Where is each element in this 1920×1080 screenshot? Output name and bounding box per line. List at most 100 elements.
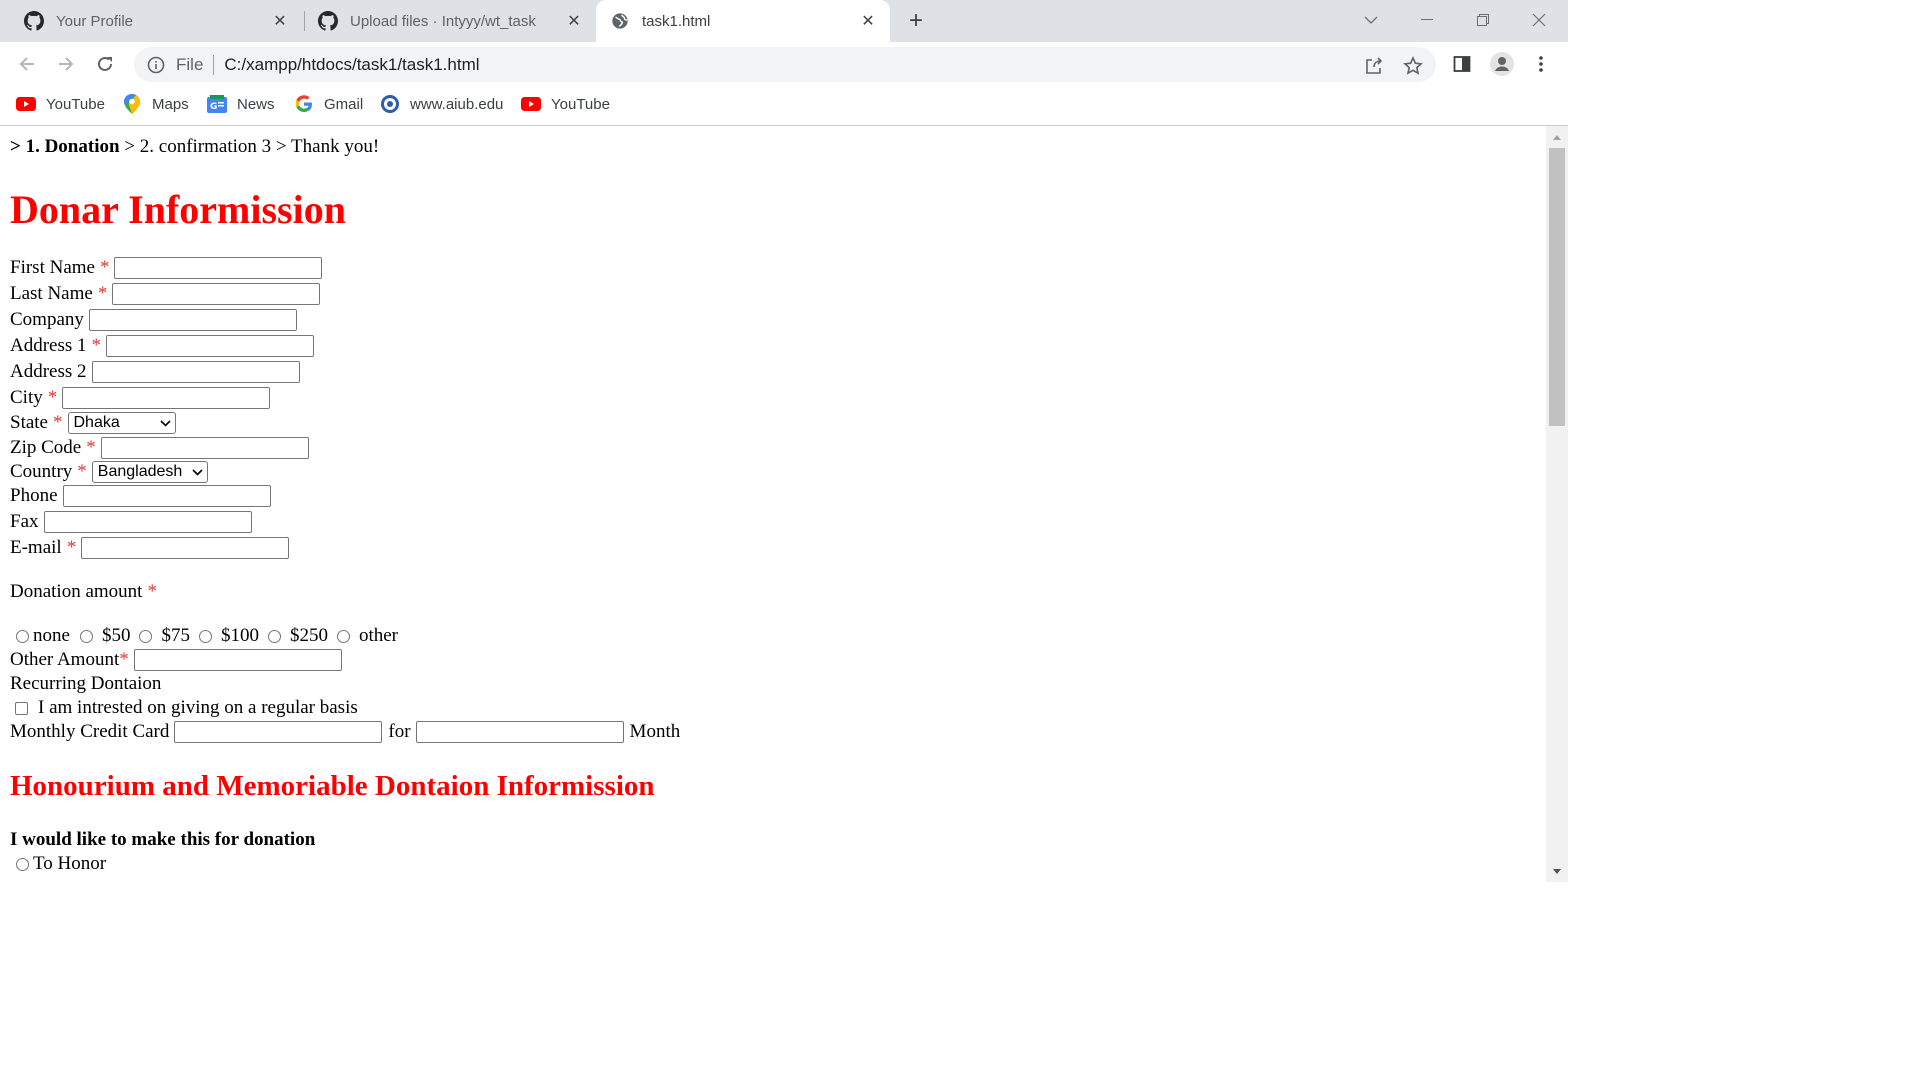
country-select[interactable]: Bangladesh [91,461,208,483]
radio-other[interactable] [336,629,350,643]
honourium-heading: Honourium and Memoriable Dontaion Inform… [10,770,655,802]
scroll-up-icon[interactable] [1546,128,1568,146]
url-text[interactable]: C:/xampp/htdocs/task1/task1.html [224,55,479,75]
radio-250[interactable] [267,629,281,643]
bookmark-gmail[interactable]: Gmail [294,93,363,115]
option-label: none [33,625,70,646]
youtube-icon [521,94,541,114]
make-for-label: I would like to make this for donation [10,829,316,850]
option-label: $50 [101,625,131,646]
bookmark-aiub[interactable]: www.aiub.edu [380,93,503,115]
option-label: $250 [289,625,328,646]
radio-none[interactable] [16,629,29,643]
required-mark: * [91,335,102,356]
option-label: $75 [161,625,190,646]
monthly-card-label: Monthly Credit Card [10,721,170,742]
address2-label: Address 2 [10,361,87,382]
required-mark: * [119,649,129,670]
bookmark-news[interactable]: G News [207,93,275,115]
scrollbar-thumb[interactable] [1549,148,1565,426]
share-icon[interactable] [1363,55,1385,77]
info-icon[interactable] [146,55,166,75]
recurring-checkbox[interactable] [15,701,28,715]
company-input[interactable] [88,309,297,331]
news-icon: G [207,94,227,114]
bookmark-label: YouTube [551,95,610,113]
option-label: $100 [220,625,259,646]
bookmark-youtube[interactable]: YouTube [16,93,105,115]
city-input[interactable] [62,387,271,409]
state-select[interactable]: Dhaka [67,412,176,434]
bookmark-maps[interactable]: Maps [122,93,189,115]
tab-task1[interactable]: task1.html ✕ [596,0,890,42]
other-amount-input[interactable] [133,649,342,671]
forward-icon[interactable] [53,51,79,77]
menu-kebab-icon[interactable] [1528,51,1554,77]
required-mark: * [97,283,108,304]
back-icon[interactable] [14,51,40,77]
page-scrollbar[interactable] [1546,126,1568,882]
scroll-down-icon[interactable] [1546,862,1568,880]
fax-label: Fax [10,511,39,532]
recurring-check-row: I am intrested on giving on a regular ba… [15,696,358,720]
email-input[interactable] [81,537,290,559]
bookmark-label: www.aiub.edu [410,95,504,113]
radio-100[interactable] [198,629,212,643]
tab-strip: Your Profile ✕ Upload files · Intyyy/wt_… [0,0,1568,42]
restore-icon[interactable] [1471,8,1495,32]
new-tab-icon[interactable]: + [904,7,928,34]
tab-title: Upload files · Intyyy/wt_task [350,12,536,30]
state-selected-value: Dhaka [73,414,120,431]
radio-to-honor[interactable] [16,857,29,871]
first-name-input[interactable] [114,257,323,279]
address1-input[interactable] [106,335,315,357]
radio-next-option[interactable] [16,881,29,882]
option-label: other [358,625,398,646]
recurring-label: Recurring Dontaion [10,673,162,694]
scheme-label: File [176,54,204,74]
bookmark-youtube-2[interactable]: YouTube [521,93,610,115]
recurring-check-label: I am intrested on giving on a regular ba… [38,697,358,718]
side-panel-icon[interactable] [1449,51,1475,77]
browser-toolbar: File C:/xampp/htdocs/task1/task1.html [0,42,1568,86]
last-name-input[interactable] [112,283,321,305]
bookmark-label: Maps [152,95,189,113]
months-input[interactable] [415,721,624,743]
zip-input[interactable] [100,437,309,459]
tab-your-profile[interactable]: Your Profile ✕ [0,0,302,42]
address2-input[interactable] [91,361,300,383]
address1-row: Address 1 * [10,334,315,358]
close-icon[interactable]: ✕ [564,11,584,31]
country-label: Country [10,461,73,482]
maps-icon [122,94,142,114]
tab-upload-files[interactable]: Upload files · Intyyy/wt_task ✕ [294,0,596,42]
chevron-down-icon [159,414,171,432]
country-row: Country * Bangladesh [10,460,208,484]
star-icon[interactable] [1402,55,1424,77]
close-icon[interactable]: ✕ [270,11,290,31]
radio-50[interactable] [79,629,93,643]
close-icon[interactable]: ✕ [858,11,878,31]
donation-amount-label: Donation amount [10,581,143,602]
required-mark: * [53,412,63,433]
tab-title: Your Profile [56,12,133,30]
address-bar[interactable]: File C:/xampp/htdocs/task1/task1.html [134,47,1436,82]
address2-row: Address 2 [10,360,300,384]
reload-icon[interactable] [92,51,118,77]
company-label: Company [10,309,84,330]
minimize-icon[interactable] [1415,8,1439,32]
phone-input[interactable] [62,485,271,507]
tab-search-icon[interactable] [1359,8,1383,32]
fax-input[interactable] [43,511,252,533]
month-label: Month [629,721,681,742]
globe-icon [610,11,630,31]
radio-75[interactable] [139,629,153,643]
monthly-card-input[interactable] [174,721,383,743]
breadcrumb-active-step: > 1. Donation [10,136,120,157]
state-row: State * Dhaka [10,411,176,435]
profile-avatar-icon[interactable] [1489,51,1515,77]
email-label: E-mail [10,537,62,558]
aiub-icon [380,94,400,114]
window-close-icon[interactable] [1527,8,1551,32]
address1-label: Address 1 [10,335,87,356]
